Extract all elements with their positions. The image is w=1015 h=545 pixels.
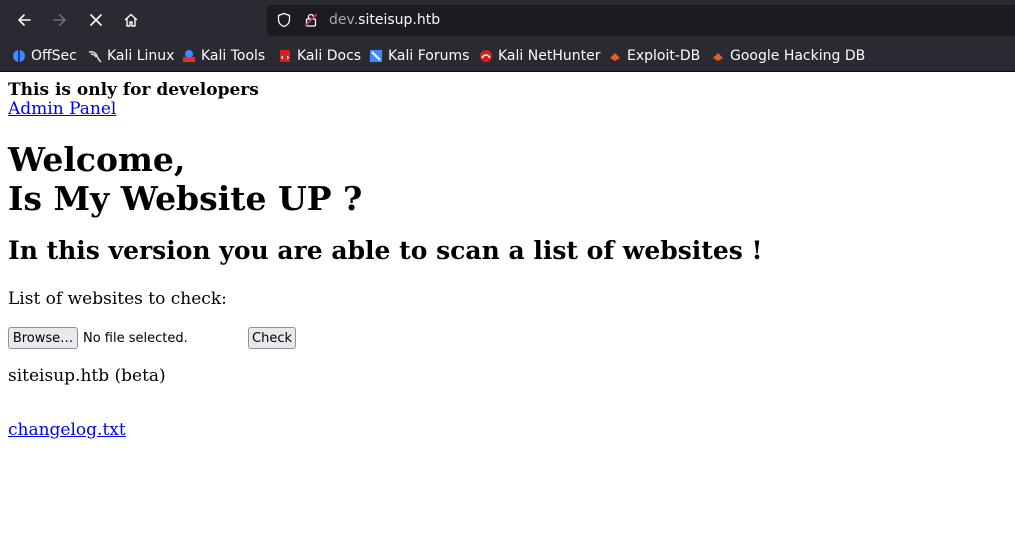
bookmarks-bar: OffSec Kali Linux Kali Tools Kali Docs K… <box>0 41 1015 72</box>
bookmark-kali-docs[interactable]: Kali Docs <box>278 47 361 65</box>
browser-toolbar: dev.siteisup.htb <box>0 0 1015 41</box>
exploitdb-icon <box>608 49 622 63</box>
kali-tools-icon <box>182 49 196 63</box>
bookmark-kali-forums[interactable]: Kali Forums <box>369 47 469 65</box>
bookmark-label: Exploit-DB <box>627 48 701 64</box>
insecure-lock-icon[interactable] <box>303 12 319 32</box>
offsec-icon <box>12 49 26 63</box>
nethunter-icon <box>479 49 493 63</box>
back-icon[interactable] <box>12 8 36 32</box>
developer-note: This is only for developers <box>8 80 259 100</box>
stop-icon[interactable] <box>84 8 108 32</box>
bookmark-kali-tools[interactable]: Kali Tools <box>182 47 265 65</box>
bookmark-offsec[interactable]: OffSec <box>12 47 77 65</box>
bookmark-label: OffSec <box>31 48 77 64</box>
changelog-link[interactable]: changelog.txt <box>8 420 126 440</box>
beta-label: siteisup.htb (beta) <box>8 366 166 386</box>
url-subdomain: dev. <box>329 12 359 28</box>
bookmark-label: Kali Tools <box>201 48 266 64</box>
page-title: Welcome, Is My Website UP ? <box>8 140 362 218</box>
bookmark-label: Kali Linux <box>107 48 175 64</box>
page-subheading: In this version you are able to scan a l… <box>8 236 763 265</box>
bookmark-label: Kali NetHunter <box>498 48 601 64</box>
forward-icon[interactable] <box>48 8 72 32</box>
shield-icon[interactable] <box>276 12 292 32</box>
browse-button[interactable]: Browse… <box>8 327 78 349</box>
file-status-text: No file selected. <box>83 331 188 346</box>
title-line-2: Is My Website UP ? <box>8 179 363 218</box>
bookmark-google-hacking-db[interactable]: Google Hacking DB <box>711 47 865 65</box>
bookmark-label: Kali Docs <box>297 48 362 64</box>
ghdb-icon <box>711 49 725 63</box>
kali-dragon-icon <box>88 49 102 63</box>
bookmark-kali-linux[interactable]: Kali Linux <box>88 47 174 65</box>
kali-docs-icon <box>278 49 292 63</box>
title-line-1: Welcome, <box>8 140 186 179</box>
admin-panel-link[interactable]: Admin Panel <box>8 99 116 119</box>
bookmark-label: Kali Forums <box>388 48 470 64</box>
websites-list-label: List of websites to check: <box>8 289 227 309</box>
bookmark-label: Google Hacking DB <box>730 48 866 64</box>
bookmark-exploit-db[interactable]: Exploit-DB <box>608 47 700 65</box>
check-button[interactable]: Check <box>248 327 296 349</box>
bookmark-kali-nethunter[interactable]: Kali NetHunter <box>479 47 600 65</box>
url-bar[interactable]: dev.siteisup.htb <box>267 5 1015 36</box>
home-icon[interactable] <box>119 8 143 32</box>
url-domain: siteisup.htb <box>358 12 441 28</box>
url-text[interactable]: dev.siteisup.htb <box>329 12 440 28</box>
kali-forums-icon <box>369 49 383 63</box>
